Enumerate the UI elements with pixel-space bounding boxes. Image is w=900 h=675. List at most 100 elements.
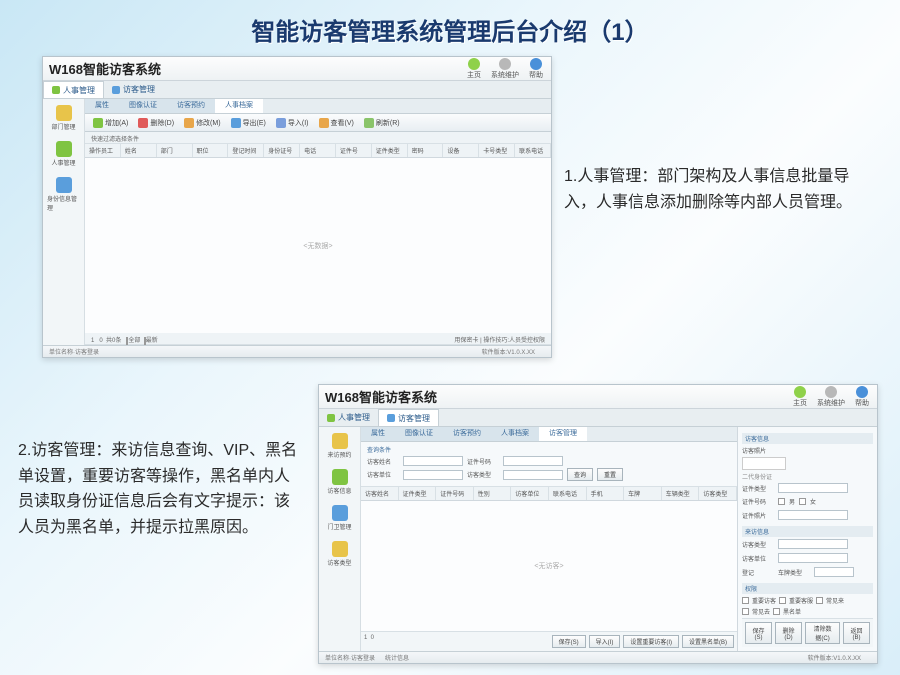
home-button[interactable]: 主页	[465, 58, 483, 80]
col-vname[interactable]: 访客姓名	[361, 487, 399, 500]
subtab-image[interactable]: 图像认证	[119, 99, 167, 113]
help-button[interactable]: 帮助	[527, 58, 545, 80]
col-dev[interactable]: 设备	[443, 144, 479, 157]
col-pos[interactable]: 职位	[193, 144, 229, 157]
photo-box[interactable]	[742, 457, 786, 470]
chk-freq-out[interactable]	[742, 608, 749, 615]
col-vid[interactable]: 证件号码	[436, 487, 474, 500]
set-blacklist-button[interactable]: 设置黑名单(B)	[682, 635, 734, 648]
col-idno[interactable]: 身份证号	[264, 144, 300, 157]
filter-bar: 快速过滤选择条件	[85, 132, 551, 144]
col-tel[interactable]: 联系电话	[515, 144, 551, 157]
col-certtype[interactable]: 证件类型	[372, 144, 408, 157]
sidebar-item-resv[interactable]: 来访预约	[321, 431, 358, 461]
radio-female[interactable]	[799, 498, 806, 505]
input-name[interactable]	[403, 456, 463, 466]
chk-vip[interactable]	[742, 597, 749, 604]
export-button[interactable]: 导出(E)	[227, 117, 270, 129]
delete-button[interactable]: 删除(D)	[134, 117, 178, 129]
help-button[interactable]: 帮助	[853, 386, 871, 408]
col-time[interactable]: 登记时间	[228, 144, 264, 157]
app-header: W168智能访客系统 主页 系统维护 帮助	[319, 385, 877, 409]
input-org[interactable]	[403, 470, 463, 480]
input-idno[interactable]	[503, 456, 563, 466]
import-button[interactable]: 导入(I)	[589, 635, 621, 648]
tab-visitor[interactable]: 访客管理	[104, 81, 163, 98]
empty-text: <无访客>	[534, 561, 563, 571]
input-cert-type[interactable]	[778, 483, 848, 493]
input-type[interactable]	[503, 470, 563, 480]
sidebar-item-guard[interactable]: 门卫管理	[321, 503, 358, 533]
help-icon	[856, 386, 868, 398]
back-button-r[interactable]: 返回(B)	[843, 622, 870, 644]
col-phone[interactable]: 电话	[300, 144, 336, 157]
col-mobile[interactable]: 手机	[587, 487, 625, 500]
col-name[interactable]: 姓名	[121, 144, 157, 157]
add-button[interactable]: 增加(A)	[89, 117, 132, 129]
dept-icon	[56, 105, 72, 121]
sidebar: 部门管理 人事管理 身份信息管理	[43, 99, 85, 345]
system-button[interactable]: 系统维护	[815, 386, 847, 408]
input-cert-photo[interactable]	[778, 510, 848, 520]
grid-body[interactable]: <无数据>	[85, 158, 551, 333]
tab-hr[interactable]: 人事管理	[43, 81, 104, 98]
clear-button-r[interactable]: 清除数据(C)	[805, 622, 840, 644]
search-button[interactable]: 查询	[567, 468, 593, 481]
chk-blacklist[interactable]	[773, 608, 780, 615]
input-vtype[interactable]	[778, 539, 848, 549]
subtab-attr[interactable]: 属性	[85, 99, 119, 113]
home-button[interactable]: 主页	[791, 386, 809, 408]
col-vorg[interactable]: 访客单位	[511, 487, 549, 500]
col-vcat[interactable]: 访客类型	[699, 487, 737, 500]
col-plate[interactable]: 车牌	[624, 487, 662, 500]
col-sex[interactable]: 性别	[474, 487, 512, 500]
view-button[interactable]: 查看(V)	[315, 117, 358, 129]
subtab-resv[interactable]: 访客预约	[443, 427, 491, 441]
grid-header: 访客姓名 证件类型 证件号码 性别 访客单位 联系电话 手机 车牌 车辆类型 访…	[361, 487, 737, 501]
subtab-image[interactable]: 图像认证	[395, 427, 443, 441]
grid-header: 操作员工 姓名 部门 职位 登记时间 身份证号 电话 证件号 证件类型 密码 设…	[85, 144, 551, 158]
chk-freq-in[interactable]	[816, 597, 823, 604]
col-car[interactable]: 车辆类型	[662, 487, 700, 500]
status-org: 单位名称·访客登录	[49, 347, 99, 356]
grid-body[interactable]: <无访客>	[361, 501, 737, 631]
col-cert[interactable]: 证件号	[336, 144, 372, 157]
reset-button[interactable]: 重置	[597, 468, 623, 481]
subtab-visitor-mgmt[interactable]: 访客管理	[539, 427, 587, 441]
col-dept[interactable]: 部门	[157, 144, 193, 157]
sidebar-item-hr[interactable]: 人事管理	[45, 139, 82, 169]
system-button[interactable]: 系统维护	[489, 58, 521, 80]
search-form: 查询条件 访客姓名 证件号码 访客单位 访客类型 查询 重置	[361, 442, 737, 487]
import-button[interactable]: 导入(I)	[272, 117, 313, 129]
modify-button[interactable]: 修改(M)	[180, 117, 225, 129]
chk-vipcs[interactable]	[779, 597, 786, 604]
subtab-resv[interactable]: 访客预约	[167, 99, 215, 113]
refresh-button[interactable]: 刷新(R)	[360, 117, 404, 129]
col-vtype[interactable]: 证件类型	[399, 487, 437, 500]
col-card[interactable]: 卡号类型	[479, 144, 515, 157]
sidebar-item-type[interactable]: 访客类型	[321, 539, 358, 569]
section-visit: 来访信息	[742, 526, 873, 537]
tab-hr[interactable]: 人事管理	[319, 409, 378, 426]
col-staff[interactable]: 操作员工	[85, 144, 121, 157]
save-button[interactable]: 保存(S)	[552, 635, 586, 648]
tag-icon	[332, 541, 348, 557]
sidebar-item-dept[interactable]: 部门管理	[45, 103, 82, 133]
person-icon	[52, 86, 60, 94]
save-button-r[interactable]: 保存(S)	[745, 622, 772, 644]
pager: 1 0	[364, 635, 374, 648]
subtab-attr[interactable]: 属性	[361, 427, 395, 441]
subtab-archive[interactable]: 人事档案	[491, 427, 539, 441]
sidebar-item-id[interactable]: 身份信息管理	[45, 175, 82, 214]
input-vorg[interactable]	[778, 553, 848, 563]
input-plate[interactable]	[814, 567, 854, 577]
sidebar-item-visitor[interactable]: 访客信息	[321, 467, 358, 497]
set-vip-button[interactable]: 设置重要访客(I)	[623, 635, 679, 648]
radio-male[interactable]	[778, 498, 785, 505]
col-vtel[interactable]: 联系电话	[549, 487, 587, 500]
col-pwd[interactable]: 密码	[408, 144, 444, 157]
subtab-archive[interactable]: 人事档案	[215, 99, 263, 113]
delete-button-r[interactable]: 删除(D)	[775, 622, 802, 644]
pencil-icon	[184, 118, 194, 128]
tab-visitor[interactable]: 访客管理	[378, 409, 439, 426]
